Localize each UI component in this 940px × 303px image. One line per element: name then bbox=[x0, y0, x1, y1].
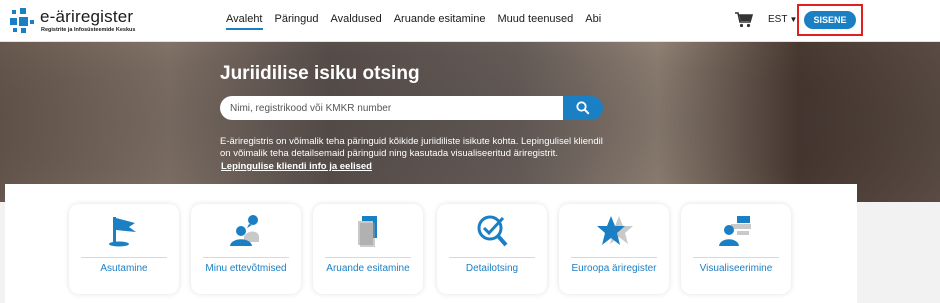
nav-item-paringud[interactable]: Päringud bbox=[275, 0, 319, 42]
tile-label: Visualiseerimine bbox=[699, 263, 773, 274]
tile-asutamine[interactable]: Asutamine bbox=[69, 204, 179, 294]
nav-item-avaleht[interactable]: Avaleht bbox=[226, 0, 263, 42]
user-chart-icon bbox=[717, 214, 755, 248]
services-panel: Asutamine Minu ettevõtmised Aruande esit… bbox=[5, 184, 857, 303]
nav-item-aruande-esitamine[interactable]: Aruande esitamine bbox=[394, 0, 486, 42]
language-selector[interactable]: EST ▼ bbox=[768, 14, 797, 25]
contract-client-info-link[interactable]: Lepingulise kliendi info ja eelised bbox=[221, 161, 372, 172]
search-bar bbox=[220, 96, 603, 120]
logo-subtitle: Registrite ja Infosüsteemide Keskus bbox=[41, 27, 136, 33]
main-nav: Avaleht Päringud Avaldused Aruande esita… bbox=[226, 0, 613, 42]
hero-description: E-äriregistris on võimalik teha päringui… bbox=[220, 136, 603, 159]
hero-banner: Juriidilise isiku otsing E-äriregistris … bbox=[0, 42, 940, 202]
logo[interactable]: e-äriregister Registrite ja Infosüsteemi… bbox=[10, 6, 140, 36]
tile-label: Asutamine bbox=[100, 263, 148, 274]
nav-item-muud-teenused[interactable]: Muud teenused bbox=[497, 0, 573, 42]
user-chat-icon bbox=[227, 214, 265, 248]
search-icon bbox=[576, 101, 590, 115]
hero-title: Juriidilise isiku otsing bbox=[220, 63, 420, 84]
tile-label: Minu ettevõtmised bbox=[205, 263, 287, 274]
tile-label: Detailotsing bbox=[465, 263, 519, 274]
top-header: e-äriregister Registrite ja Infosüsteemi… bbox=[0, 0, 940, 42]
tile-label: Aruande esitamine bbox=[326, 263, 410, 274]
tile-detailotsing[interactable]: Detailotsing bbox=[437, 204, 547, 294]
search-input[interactable] bbox=[220, 96, 565, 120]
search-button[interactable] bbox=[563, 96, 603, 120]
shopping-cart-icon[interactable] bbox=[735, 12, 754, 28]
tile-label: Euroopa äriregister bbox=[571, 263, 657, 274]
tile-aruande-esitamine[interactable]: Aruande esitamine bbox=[313, 204, 423, 294]
logo-name: e-äriregister bbox=[40, 7, 134, 26]
magnifier-check-icon bbox=[473, 214, 511, 248]
star-icon bbox=[595, 214, 633, 248]
login-button[interactable]: SISENE bbox=[804, 11, 856, 29]
tile-euroopa-ariregister[interactable]: Euroopa äriregister bbox=[559, 204, 669, 294]
nav-item-avaldused[interactable]: Avaldused bbox=[331, 0, 382, 42]
login-highlight: SISENE bbox=[797, 4, 863, 36]
logo-mark-icon bbox=[10, 8, 36, 34]
nav-item-abi[interactable]: Abi bbox=[585, 0, 601, 42]
tile-minu-ettevotmised[interactable]: Minu ettevõtmised bbox=[191, 204, 301, 294]
tile-visualiseerimine[interactable]: Visualiseerimine bbox=[681, 204, 791, 294]
documents-icon bbox=[349, 214, 387, 248]
language-label: EST bbox=[768, 14, 788, 25]
flag-icon bbox=[105, 214, 143, 248]
